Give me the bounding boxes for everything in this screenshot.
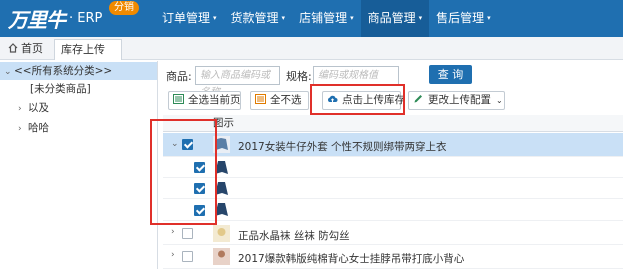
tree-item-haha[interactable]: › 哈哈 <box>18 119 49 137</box>
brand-erp: · ERP <box>69 10 103 26</box>
tab-inventory-upload[interactable]: 库存上传× <box>54 39 122 76</box>
caret-down-icon: ▾ <box>487 14 491 22</box>
nav-item-shops[interactable]: 店铺管理 ▾ <box>292 0 361 37</box>
nav-item-payments[interactable]: 货款管理 ▾ <box>224 0 293 37</box>
product-thumbnail <box>215 161 228 174</box>
brand-name: 万里牛 <box>8 7 66 32</box>
brand-badge: 分销 <box>109 1 139 15</box>
nav-item-aftersales[interactable]: 售后管理 ▾ <box>429 0 498 37</box>
chevron-right-icon[interactable]: › <box>18 100 28 118</box>
table-row[interactable]: › 2017爆款韩版纯棉背心女士挂脖吊带打底小背心 <box>163 245 623 269</box>
row-checkbox[interactable] <box>194 183 205 194</box>
list-clear-icon <box>255 94 266 104</box>
product-thumbnail <box>215 182 228 195</box>
select-none-button[interactable]: 全不选 <box>250 91 309 110</box>
row-checkbox[interactable] <box>194 205 205 216</box>
caret-down-icon: ▾ <box>350 14 354 22</box>
table-row[interactable]: ⌄ 2017女装牛仔外套 个性不规则绑带两穿上衣 <box>163 133 623 157</box>
chevron-right-icon[interactable]: › <box>171 227 175 237</box>
tree-item-yiji[interactable]: › 以及 <box>18 99 49 117</box>
top-nav-bar: 万里牛 · ERP 分销 订单管理 ▾ 货款管理 ▾ 店铺管理 ▾ 商品管理 ▾ 售后管… <box>0 0 623 37</box>
chevron-down-icon[interactable]: ⌄ <box>4 63 14 81</box>
nav-item-goods[interactable]: 商品管理 ▾ <box>360 0 430 37</box>
row-checkbox[interactable] <box>182 228 193 239</box>
table-row[interactable] <box>163 157 623 178</box>
grid-col-image: 图示 <box>213 117 234 129</box>
chevron-down-icon[interactable]: ⌄ <box>171 139 179 149</box>
table-row[interactable] <box>163 178 623 199</box>
chevron-right-icon[interactable]: › <box>18 120 28 138</box>
product-thumbnail <box>213 225 230 242</box>
row-checkbox[interactable] <box>182 139 193 150</box>
chevron-right-icon[interactable]: › <box>171 250 175 260</box>
row-checkbox[interactable] <box>194 162 205 173</box>
spec-label: 规格: <box>286 70 312 83</box>
product-thumbnail <box>213 248 230 265</box>
product-title: 2017女装牛仔外套 个性不规则绑带两穿上衣 <box>238 141 447 153</box>
select-page-button[interactable]: 全选当前页 <box>168 91 241 110</box>
product-title: 正品水晶袜 丝袜 防勾丝 <box>238 230 350 242</box>
table-row[interactable] <box>163 199 623 221</box>
product-thumbnail <box>215 203 228 216</box>
category-tree: ⌄ <<所有系统分类>> [未分类商品] › 以及 › 哈哈 <box>0 61 158 269</box>
caret-down-icon: ▾ <box>213 14 217 22</box>
chevron-down-icon: ⌄ <box>496 96 503 105</box>
caret-down-icon: ▾ <box>281 14 286 22</box>
nav-item-orders[interactable]: 订单管理 ▾ <box>155 0 224 37</box>
table-row[interactable]: › 正品水晶袜 丝袜 防勾丝 <box>163 222 623 245</box>
pencil-icon <box>414 95 422 103</box>
spec-search-input[interactable]: 编码或规格值 <box>313 66 399 85</box>
list-check-icon <box>173 94 184 104</box>
main-nav: 订单管理 ▾ 货款管理 ▾ 店铺管理 ▾ 商品管理 ▾ 售后管理 ▾ <box>155 0 498 37</box>
tab-strip: 首页 库存上传× <box>0 37 623 76</box>
product-thumbnail <box>213 136 230 153</box>
goods-label: 商品: <box>166 70 192 83</box>
goods-search-input[interactable]: 输入商品编码或名称 <box>195 66 280 98</box>
product-title: 2017爆款韩版纯棉背心女士挂脖吊带打底小背心 <box>238 253 465 265</box>
tab-home[interactable]: 首页 <box>2 39 50 60</box>
caret-down-icon: ▾ <box>418 14 423 22</box>
grid-header: 图示 <box>163 115 623 132</box>
change-upload-config-button[interactable]: 更改上传配置 ⌄ <box>408 91 505 110</box>
cloud-upload-icon <box>328 95 338 102</box>
query-button[interactable]: 查 询 <box>429 65 472 84</box>
home-icon <box>8 43 18 53</box>
tree-item-uncategorized[interactable]: [未分类商品] <box>30 80 91 98</box>
tree-root[interactable]: ⌄ <<所有系统分类>> <box>0 62 157 80</box>
brand-logo[interactable]: 万里牛 · ERP <box>8 3 102 33</box>
row-checkbox[interactable] <box>182 251 193 262</box>
upload-inventory-button[interactable]: 点击上传库存 <box>322 91 405 110</box>
